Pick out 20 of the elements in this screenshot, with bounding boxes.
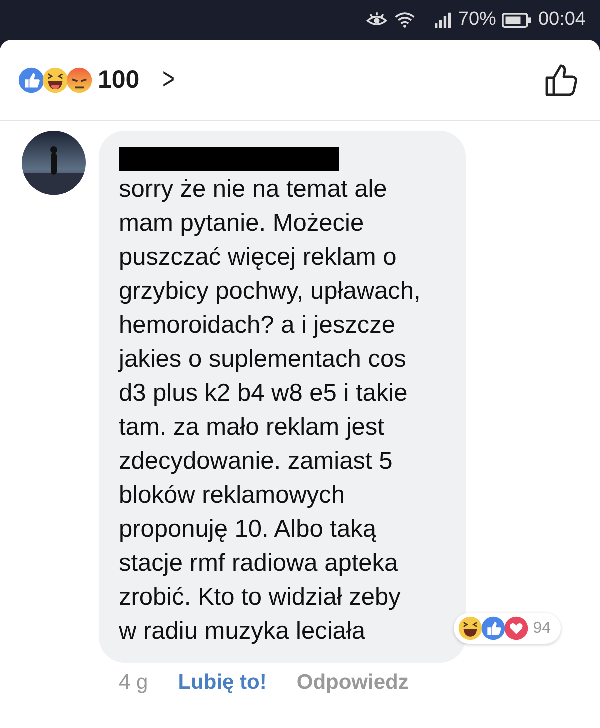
like-reaction-icon — [481, 616, 506, 641]
battery-percent: 70% — [458, 9, 496, 31]
comment-text: sorry że nie na temat ale mam pytanie. Możecie puszczać więcej reklam o grzybicy pochwy, upławach, hemoroidach? a i jeszcze jakies o suplementach cos d3 plus k2 b4 w8 e5 i takie tam. za mało reklam jest zdecydowanie. zamiast 5 bloków reklamowych proponuję 10. Albo taką stacje rmf radiowa apteka zrobić. Kto to widział zeby w radiu muzyka leciała — [119, 175, 422, 647]
reaction-badge[interactable]: 94 — [454, 613, 561, 644]
signal-icon — [434, 12, 452, 28]
reply-link[interactable]: Odpowiedz — [296, 671, 409, 695]
battery-icon — [502, 12, 532, 28]
clock: 00:04 — [538, 9, 586, 31]
like-reaction-icon — [18, 66, 45, 94]
like-icon[interactable] — [544, 62, 580, 98]
comment-age: 4 g — [119, 671, 148, 695]
wifi-icon — [394, 11, 416, 29]
heart-reaction-icon — [504, 616, 530, 641]
laughing-face-icon — [458, 616, 484, 641]
reaction-count: 94 — [533, 620, 551, 638]
chevron-text[interactable]: > — [162, 63, 175, 97]
laughing-face-icon — [42, 66, 69, 94]
like-link[interactable]: Lubię to! — [178, 671, 267, 695]
reaction-count[interactable]: 100 — [98, 66, 140, 94]
angry-face-icon — [66, 66, 93, 94]
